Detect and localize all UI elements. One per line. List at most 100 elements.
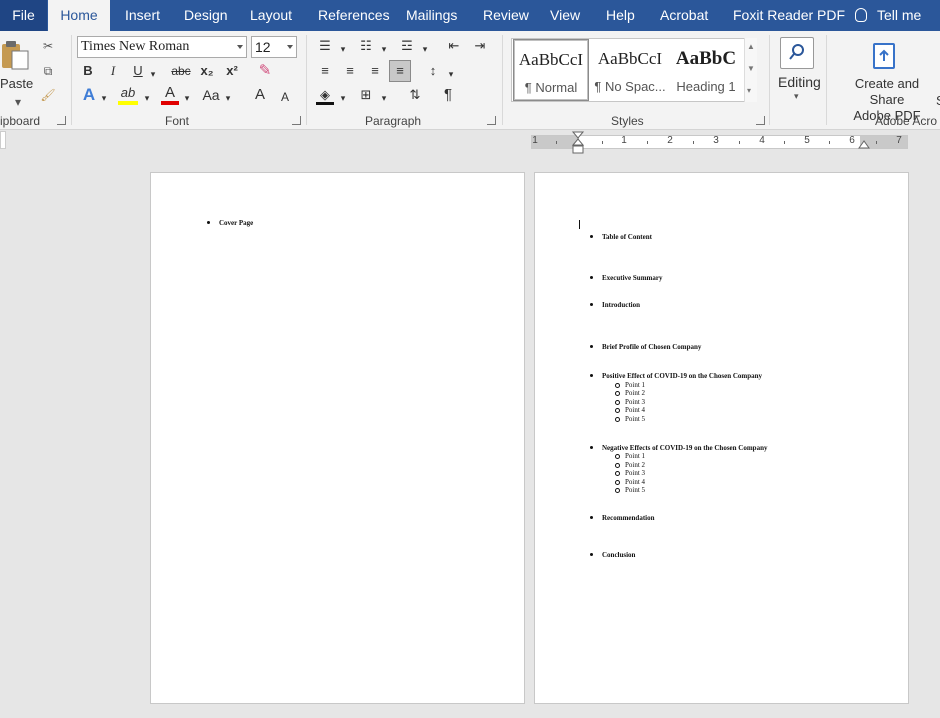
borders-dropdown-icon[interactable]: ▾ xyxy=(380,88,388,108)
line-spacing-icon[interactable]: ↕ xyxy=(424,61,442,81)
tab-review[interactable]: Review xyxy=(483,0,529,31)
tab-mailings[interactable]: Mailings xyxy=(406,0,457,31)
styles-launcher-icon[interactable] xyxy=(756,116,765,125)
styles-scroll[interactable]: ▲ ▼ ▾ xyxy=(744,38,757,102)
document-page-2[interactable]: Table of Content Executive Summary Intro… xyxy=(534,172,909,704)
shrink-font-button[interactable]: A xyxy=(278,87,292,107)
change-case-dropdown-icon[interactable]: ▾ xyxy=(224,88,232,108)
ruler-tick xyxy=(693,141,694,144)
shading-dropdown-icon[interactable]: ▾ xyxy=(339,88,347,108)
tab-references[interactable]: References xyxy=(318,0,390,31)
font-color-button[interactable]: A xyxy=(161,83,179,105)
line-spacing-dropdown-icon[interactable]: ▾ xyxy=(447,64,455,84)
format-painter-icon[interactable]: 🖌 xyxy=(39,86,57,104)
sub-list-item: Point 3 xyxy=(614,469,646,477)
font-launcher-icon[interactable] xyxy=(292,116,301,125)
font-color-dropdown-icon[interactable]: ▾ xyxy=(183,88,191,108)
font-name-field[interactable]: Times New Roman xyxy=(77,36,247,58)
list-item: Recommendation xyxy=(590,514,655,522)
align-right-icon[interactable]: ≡ xyxy=(366,61,384,81)
align-center-icon[interactable]: ≡ xyxy=(341,61,359,81)
chevron-down-icon[interactable] xyxy=(237,45,243,49)
sort-icon[interactable]: ⇅ xyxy=(406,85,424,105)
ruler-number: 1 xyxy=(532,135,538,146)
change-case-button[interactable]: Aa xyxy=(201,85,221,105)
tab-acrobat[interactable]: Acrobat xyxy=(660,0,708,31)
indent-marker-icon[interactable] xyxy=(572,131,584,155)
bold-button[interactable]: B xyxy=(80,61,96,81)
right-indent-marker-icon[interactable] xyxy=(858,139,870,149)
tab-foxit-reader-pdf[interactable]: Foxit Reader PDF xyxy=(733,0,845,31)
list-item: Cover Page xyxy=(206,219,254,227)
numbering-icon[interactable]: ☷ xyxy=(357,36,375,56)
list-item: Brief Profile of Chosen Company xyxy=(589,343,702,351)
editing-search-icon[interactable] xyxy=(780,37,814,69)
shading-icon[interactable]: ◈ xyxy=(316,85,334,105)
sub-list-item: Point 1 xyxy=(614,381,646,389)
ruler-tick xyxy=(556,141,557,144)
more-styles-icon[interactable]: ▾ xyxy=(747,86,751,95)
tab-help[interactable]: Help xyxy=(606,0,635,31)
tab-design[interactable]: Design xyxy=(184,0,228,31)
subscript-button[interactable]: x₂ xyxy=(197,61,217,81)
clear-formatting-icon[interactable]: ✎ xyxy=(256,61,274,81)
multilevel-list-icon[interactable]: ☲ xyxy=(398,36,416,56)
paste-dropdown-icon[interactable]: ▾ xyxy=(13,93,23,109)
paste-icon[interactable] xyxy=(1,39,31,71)
text-effects-button[interactable]: A xyxy=(80,85,98,105)
justify-icon[interactable]: ≡ xyxy=(389,60,411,82)
font-size-field[interactable]: 12 xyxy=(251,36,297,58)
numbering-dropdown-icon[interactable]: ▾ xyxy=(380,39,388,59)
clipboard-launcher-icon[interactable] xyxy=(57,116,66,125)
group-separator xyxy=(769,35,770,125)
highlight-dropdown-icon[interactable]: ▾ xyxy=(143,88,151,108)
text-effects-dropdown-icon[interactable]: ▾ xyxy=(100,88,108,108)
ruler-tick xyxy=(602,141,603,144)
style-heading-1[interactable]: AaBbC Heading 1 xyxy=(670,39,742,101)
align-left-icon[interactable]: ≡ xyxy=(316,61,334,81)
editing-button[interactable]: Editing xyxy=(778,74,821,90)
ruler-number: 6 xyxy=(849,135,855,146)
superscript-button[interactable]: x² xyxy=(222,61,242,81)
cut-icon[interactable]: ✂ xyxy=(39,37,57,55)
editing-dropdown-icon[interactable]: ▾ xyxy=(794,91,799,102)
highlight-color-button[interactable]: ab xyxy=(118,83,138,105)
increase-indent-icon[interactable]: ⇥ xyxy=(471,36,489,56)
chevron-down-icon[interactable]: ▼ xyxy=(747,64,755,73)
group-separator xyxy=(71,35,72,125)
ruler-number: 2 xyxy=(667,135,673,146)
strikethrough-button[interactable]: abc xyxy=(169,61,193,81)
horizontal-ruler[interactable]: 1 1 2 3 4 5 6 7 xyxy=(531,135,908,149)
style-no-spacing[interactable]: AaBbCcI ¶ No Spac... xyxy=(591,39,669,101)
bullets-icon[interactable]: ☰ xyxy=(316,36,334,56)
grow-font-button[interactable]: A xyxy=(252,85,268,105)
paragraph-launcher-icon[interactable] xyxy=(487,116,496,125)
underline-dropdown-icon[interactable]: ▾ xyxy=(149,64,157,84)
tell-me-search[interactable]: Tell me xyxy=(855,0,921,31)
tab-view[interactable]: View xyxy=(550,0,580,31)
italic-button[interactable]: I xyxy=(105,61,121,81)
show-formatting-button[interactable]: ¶ xyxy=(439,85,457,105)
underline-button[interactable]: U xyxy=(130,61,146,81)
decrease-indent-icon[interactable]: ⇤ xyxy=(445,36,463,56)
multilevel-dropdown-icon[interactable]: ▾ xyxy=(421,39,429,59)
list-item: Conclusion xyxy=(589,551,636,559)
chevron-up-icon[interactable]: ▲ xyxy=(747,42,755,51)
vertical-ruler-edge xyxy=(0,131,6,149)
copy-icon[interactable]: ⧉ xyxy=(39,62,57,80)
tab-home[interactable]: Home xyxy=(48,0,110,31)
tab-file[interactable]: File xyxy=(0,0,47,31)
paste-button[interactable]: Paste xyxy=(0,76,33,91)
tab-layout[interactable]: Layout xyxy=(250,0,292,31)
tab-insert[interactable]: Insert xyxy=(125,0,160,31)
style-sample: AaBbCcI xyxy=(597,49,663,68)
document-page-1[interactable]: Cover Page xyxy=(150,172,525,704)
list-item: Positive Effect of COVID-19 on the Chose… xyxy=(589,372,763,380)
create-pdf-icon[interactable] xyxy=(873,43,895,69)
chevron-down-icon[interactable] xyxy=(287,45,293,49)
style-normal[interactable]: AaBbCcI ¶ Normal xyxy=(513,39,589,101)
borders-icon[interactable]: ⊞ xyxy=(357,85,375,105)
bullets-dropdown-icon[interactable]: ▾ xyxy=(339,39,347,59)
text-cursor xyxy=(579,220,580,229)
list-item: Executive Summary xyxy=(589,274,663,282)
